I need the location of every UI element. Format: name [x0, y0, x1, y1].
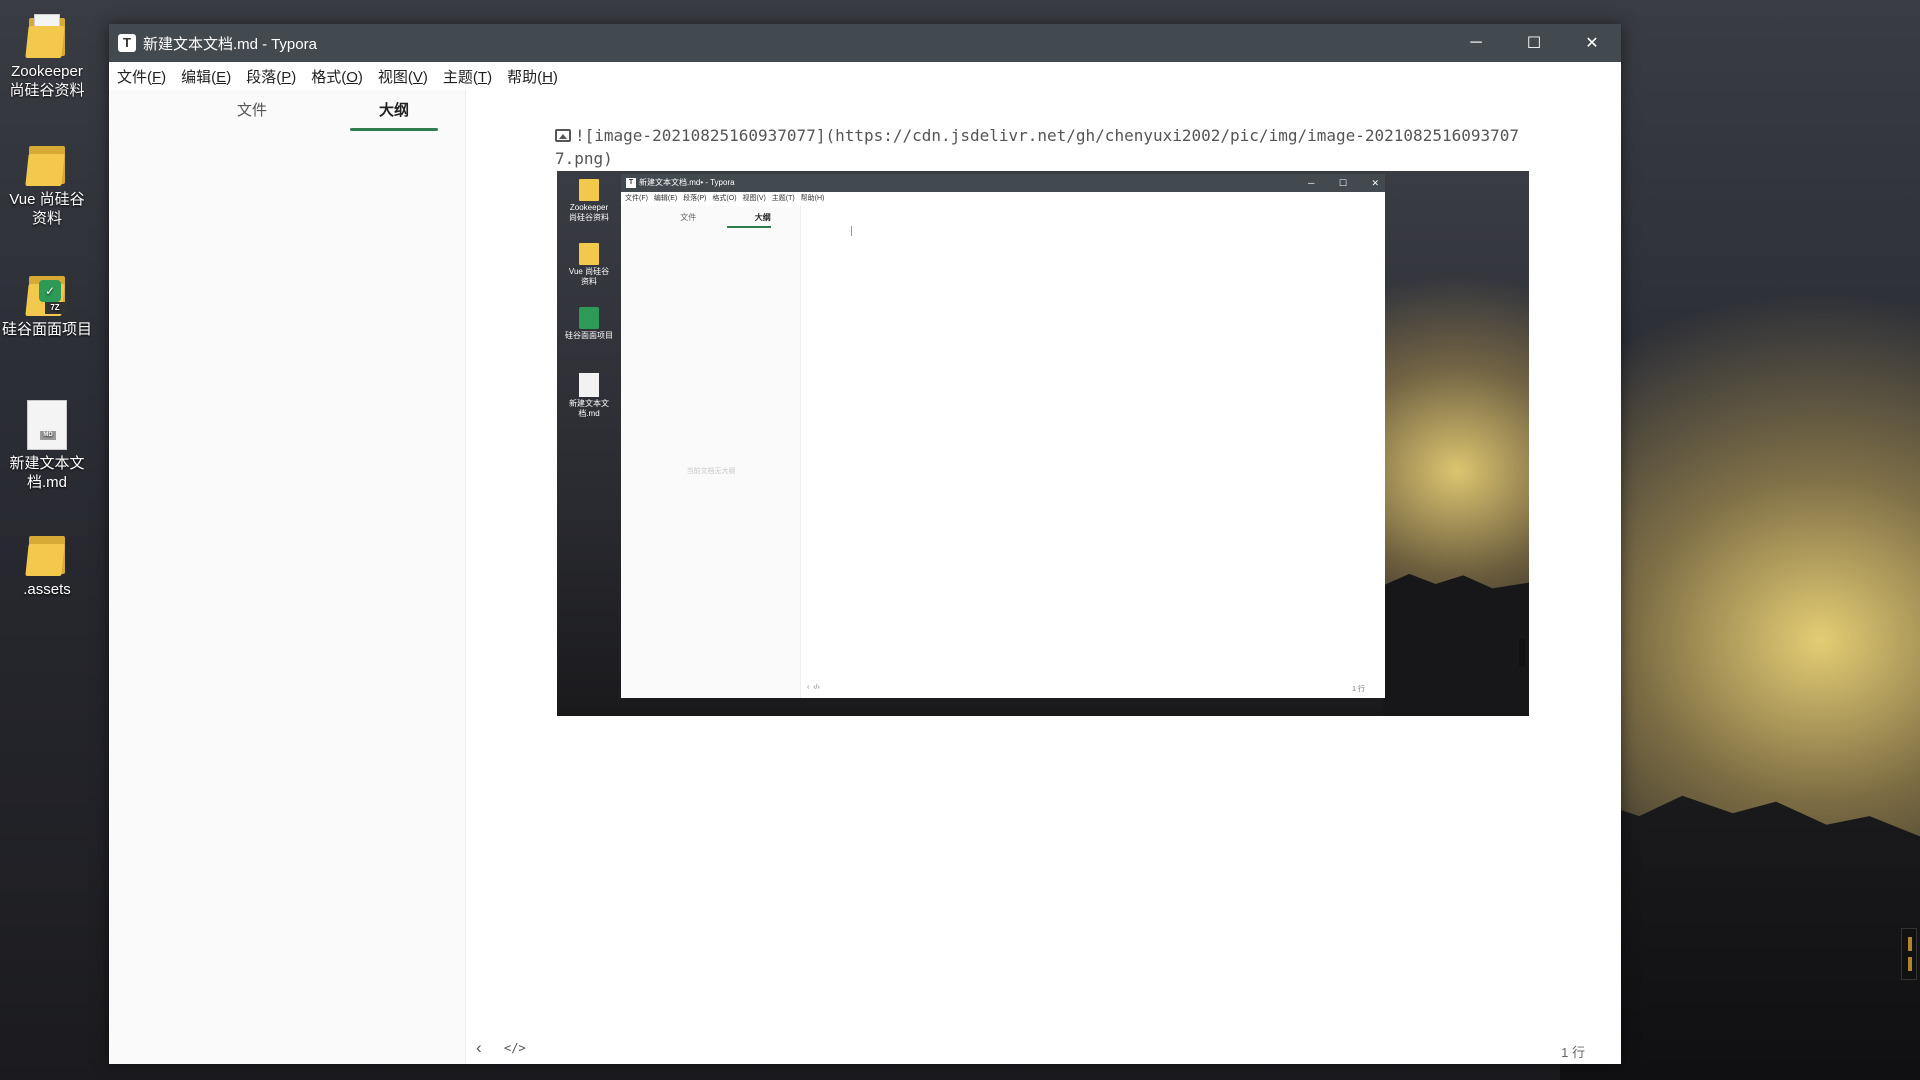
mini-desktop-icon: Zookeeper 尚硅谷资料 — [557, 179, 621, 223]
image-markdown-source[interactable]: ![image-20210825160937077](https://cdn.j… — [555, 124, 1535, 170]
menu-theme[interactable]: 主题(T) — [443, 66, 492, 87]
menu-bar: 文件(F) 编辑(E) 段落(P) 格式(O) 视图(V) 主题(T) 帮助(H… — [109, 62, 1621, 90]
source-code-toggle-icon[interactable]: </> — [504, 1041, 526, 1055]
desktop-icon-zookeeper[interactable]: Zookeeper 尚硅谷资料 — [2, 14, 92, 100]
desktop-icon-label: 新建文本文 档.md — [9, 455, 85, 491]
word-count[interactable]: 1 行 — [1561, 1042, 1585, 1061]
title-bar[interactable]: T 新建文本文档.md - Typora ─ ☐ ✕ — [109, 24, 1621, 62]
image-icon — [555, 129, 571, 142]
desktop-icon-project-archive[interactable]: ✓ 7Z 硅谷面面项目 — [2, 272, 92, 339]
mini-desktop-icon: 硅谷面面项目 — [557, 307, 621, 341]
close-button[interactable]: ✕ — [1563, 24, 1621, 62]
typora-app-icon: T — [118, 34, 136, 52]
mini-typora-window: T 新建文本文档.md• - Typora ─ ☐ ✕ 文件(F) 编辑(E) 段落… — [621, 174, 1385, 698]
desktop-icon-assets[interactable]: .assets — [2, 532, 92, 599]
tab-files[interactable]: 文件 — [181, 99, 323, 139]
desktop-icon-label: Vue 尚硅谷 资料 — [9, 191, 85, 227]
folder-icon — [25, 142, 67, 186]
mini-empty-outline: 当前文档无大纲 — [686, 468, 736, 475]
desktop-icon-label: Zookeeper 尚硅谷资料 — [9, 63, 85, 99]
menu-format[interactable]: 格式(O) — [311, 66, 363, 87]
volume-meter — [1901, 928, 1917, 980]
mini-desktop-icon: 新建文本文 档.md — [557, 373, 621, 419]
mini-desktop-icon: Vue 尚硅谷 资料 — [557, 243, 621, 287]
menu-edit[interactable]: 编辑(E) — [181, 66, 231, 87]
folder-icon — [25, 14, 67, 58]
menu-view[interactable]: 视图(V) — [378, 66, 428, 87]
desktop-icon-vue[interactable]: Vue 尚硅谷 资料 — [2, 142, 92, 228]
desktop-icon-markdown-file[interactable]: MD 新建文本文 档.md — [2, 400, 92, 492]
minimize-button[interactable]: ─ — [1447, 24, 1505, 62]
typora-window: T 新建文本文档.md - Typora ─ ☐ ✕ 文件(F) 编辑(E) 段… — [109, 24, 1621, 1064]
chevron-left-icon[interactable]: ‹ — [476, 1038, 482, 1058]
status-bar: ‹ </> 1 行 — [466, 1034, 1621, 1064]
markdown-file-icon: MD — [27, 400, 67, 450]
sidebar: 文件 大纲 — [109, 90, 466, 1064]
folder-icon — [25, 532, 67, 576]
active-tab-indicator — [350, 128, 438, 131]
tab-outline[interactable]: 大纲 — [323, 99, 465, 139]
menu-paragraph[interactable]: 段落(P) — [246, 66, 296, 87]
markdown-image-link[interactable]: ![image-20210825160937077](https://cdn.j… — [555, 126, 1519, 168]
archive-icon: ✓ 7Z — [25, 272, 67, 316]
mini-window-title: 新建文本文档.md• - Typora — [639, 178, 735, 187]
menu-file[interactable]: 文件(F) — [117, 66, 166, 87]
window-title: 新建文本文档.md - Typora — [143, 35, 317, 53]
mini-menu-bar: 文件(F) 编辑(E) 段落(P) 格式(O) 视图(V) 主题(T) 帮助(H… — [625, 195, 825, 202]
desktop-icon-label: 硅谷面面项目 — [2, 321, 93, 338]
embedded-screenshot-image[interactable]: Zookeeper 尚硅谷资料 Vue 尚硅谷 资料 硅谷面面项目 新建文本文 … — [557, 171, 1529, 716]
menu-help[interactable]: 帮助(H) — [507, 66, 558, 87]
desktop-icon-label: .assets — [23, 581, 71, 598]
editor-area[interactable]: ![image-20210825160937077](https://cdn.j… — [466, 90, 1621, 1064]
maximize-button[interactable]: ☐ — [1505, 24, 1563, 62]
